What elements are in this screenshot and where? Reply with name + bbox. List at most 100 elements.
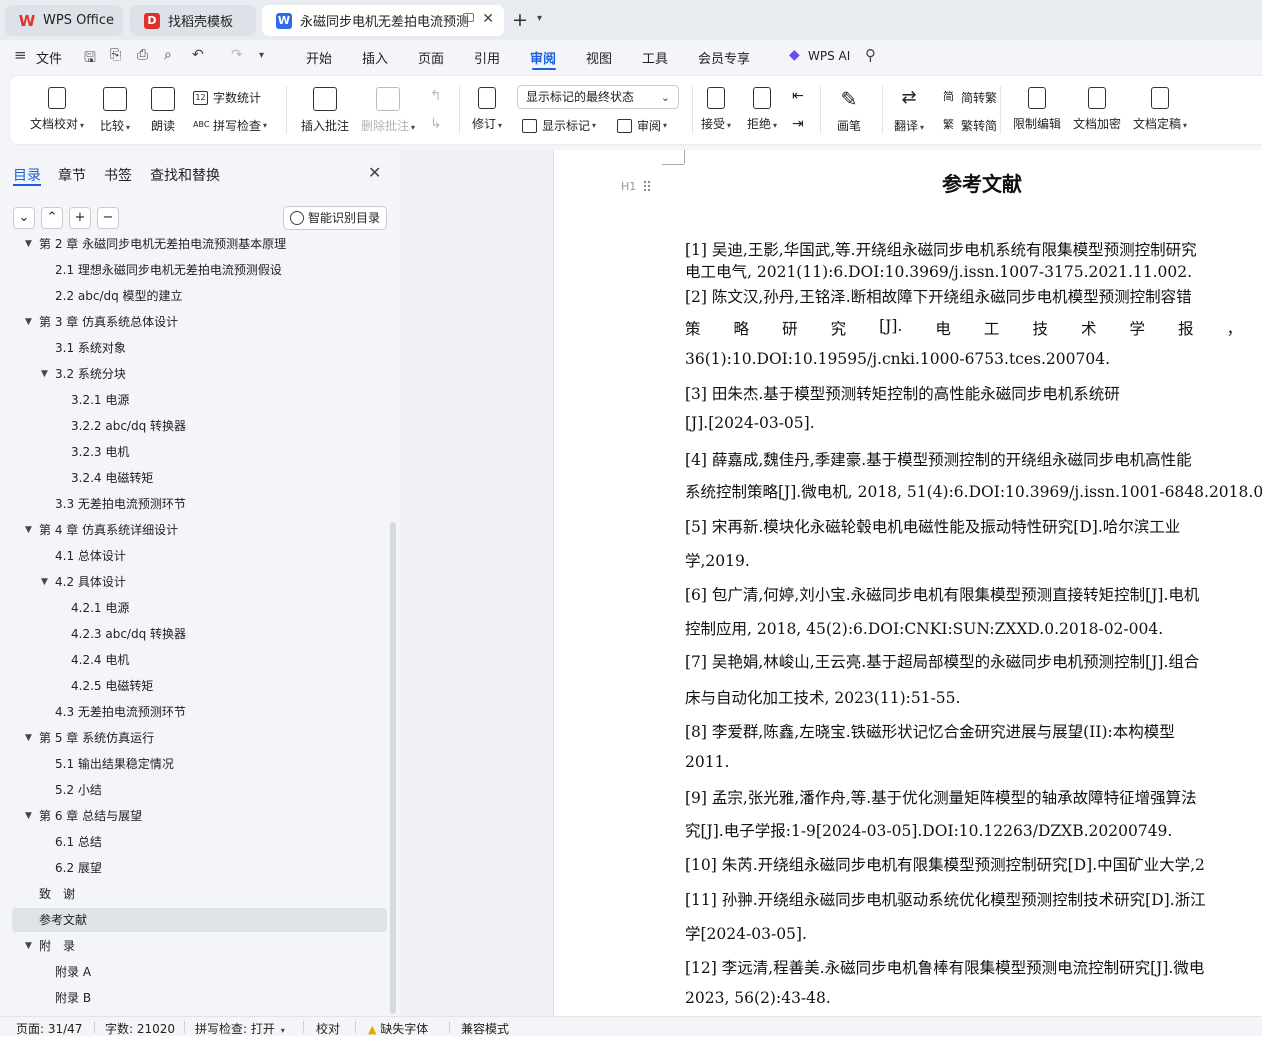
insert-comment-button[interactable]: 插入批注	[301, 87, 349, 134]
toc-item[interactable]: 3.2.2 abc/dq 转换器	[71, 414, 186, 438]
toc-item[interactable]: ▼ 第 6 章 总结与展望	[25, 804, 142, 828]
monitor-icon[interactable]	[463, 13, 474, 22]
print-icon[interactable]: ⎙	[137, 47, 148, 63]
chevron-down-icon[interactable]: ▾	[537, 13, 542, 24]
spell-check-toggle[interactable]: 拼写检查: 打开 ▾	[195, 1020, 285, 1037]
expand-arrow-icon[interactable]: ▼	[25, 726, 32, 750]
toc-item[interactable]: ▼ 第 2 章 永磁同步电机无差拍电流预测基本原理	[25, 238, 286, 256]
tab-template[interactable]: D 找稻壳模板	[130, 5, 256, 36]
toc-item[interactable]: 5.1 输出结果稳定情况	[55, 752, 174, 776]
proof-button[interactable]: 校对	[316, 1020, 340, 1037]
new-tab-icon[interactable]: +	[512, 9, 528, 31]
to-simplified-button[interactable]: 繁 繁转简	[941, 117, 997, 134]
undo-icon[interactable]: ↶	[192, 47, 204, 63]
save-icon[interactable]: 🖫	[84, 47, 96, 71]
menu-reference[interactable]: 引用	[474, 48, 500, 67]
close-tab-icon[interactable]: ✕	[482, 11, 494, 27]
collapse-up-button[interactable]: ⌃	[41, 207, 63, 229]
menu-page[interactable]: 页面	[418, 48, 444, 67]
toc-scrollbar[interactable]	[390, 522, 396, 1014]
toc-item[interactable]: 3.2.3 电机	[71, 440, 129, 464]
menu-tools[interactable]: 工具	[642, 48, 668, 67]
next-change-icon[interactable]: ⇥	[792, 116, 804, 132]
tab-bookmarks[interactable]: 书签	[104, 165, 132, 185]
review-pane-button[interactable]: 审阅 ▾	[617, 117, 667, 134]
encrypt-button[interactable]: 文档加密	[1073, 87, 1121, 132]
toc-item[interactable]: 4.3 无差拍电流预测环节	[55, 700, 186, 724]
translate-button[interactable]: ⇄ 翻译 ▾	[894, 87, 924, 134]
toc-item[interactable]: 4.1 总体设计	[55, 544, 126, 568]
next-comment-icon[interactable]: ↳	[430, 116, 442, 132]
expand-arrow-icon[interactable]: ▼	[25, 934, 32, 958]
word-count-button[interactable]: 12 字数统计	[193, 89, 261, 106]
search-icon[interactable]: ⚲	[865, 46, 876, 64]
toc-item[interactable]: ▼ 4.2 具体设计	[41, 570, 126, 594]
toc-item[interactable]: ▼ 第 4 章 仿真系统详细设计	[25, 518, 178, 542]
toc-item[interactable]: 3.2.1 电源	[71, 388, 129, 412]
page-indicator[interactable]: 页面: 31/47	[16, 1020, 82, 1037]
menu-file[interactable]: 文件	[36, 48, 62, 67]
toc-item[interactable]: 4.2.5 电磁转矩	[71, 674, 153, 698]
markup-state-select[interactable]: 显示标记的最终状态 ⌄	[517, 85, 679, 109]
toc-item[interactable]: 6.1 总结	[55, 830, 102, 854]
print-preview-icon[interactable]: ⌕	[164, 47, 172, 63]
delete-comment-button[interactable]: 删除批注 ▾	[361, 87, 415, 134]
expand-arrow-icon[interactable]: ▼	[25, 518, 32, 542]
toc-item[interactable]: ▼ 附 录	[25, 934, 75, 958]
smart-toc-button[interactable]: 智能识别目录	[283, 206, 387, 230]
toc-item[interactable]: ▼ 第 3 章 仿真系统总体设计	[25, 310, 178, 334]
remove-level-button[interactable]: −	[97, 207, 119, 229]
hamburger-icon[interactable]: ≡	[14, 46, 27, 64]
tab-sections[interactable]: 章节	[58, 165, 86, 185]
compare-button[interactable]: 比较 ▾	[100, 87, 130, 134]
toc-item[interactable]: 3.3 无差拍电流预测环节	[55, 492, 186, 516]
expand-down-button[interactable]: ⌄	[13, 207, 35, 229]
toc-item[interactable]: 3.2.4 电磁转矩	[71, 466, 153, 490]
accept-button[interactable]: 接受 ▾	[701, 87, 731, 132]
document-page[interactable]: H1 ⠿ 参考文献 [1] 吴迪,王影,华国武,等.开绕组永磁同步电机系统有限集…	[553, 150, 1262, 1016]
track-changes-button[interactable]: 修订 ▾	[472, 87, 502, 132]
menu-wps-ai[interactable]: WPS AI	[808, 49, 850, 63]
toc-item[interactable]: ▼ 第 5 章 系统仿真运行	[25, 726, 154, 750]
expand-arrow-icon[interactable]: ▼	[41, 362, 48, 386]
toc-item[interactable]: 4.2.1 电源	[71, 596, 129, 620]
toc-item[interactable]: 参考文献	[39, 908, 87, 932]
prev-comment-icon[interactable]: ↰	[430, 88, 442, 104]
restrict-edit-button[interactable]: 限制编辑	[1013, 87, 1061, 132]
tab-find-replace[interactable]: 查找和替换	[150, 165, 220, 185]
toc-item[interactable]: ▼ 3.2 系统分块	[41, 362, 126, 386]
word-count-indicator[interactable]: 字数: 21020	[105, 1020, 175, 1037]
expand-arrow-icon[interactable]: ▼	[25, 804, 32, 828]
add-level-button[interactable]: +	[69, 207, 91, 229]
finalize-button[interactable]: 文档定稿 ▾	[1133, 87, 1187, 132]
toc-item[interactable]: 6.2 展望	[55, 856, 102, 880]
export-icon[interactable]: ⎘	[110, 47, 121, 63]
pen-button[interactable]: ✎ 画笔	[837, 87, 861, 134]
toc-item[interactable]: 2.2 abc/dq 模型的建立	[55, 284, 183, 308]
to-traditional-button[interactable]: 简 简转繁	[941, 89, 997, 106]
doc-proof-button[interactable]: 文档校对 ▾	[30, 87, 84, 132]
toc-item[interactable]: 致 谢	[39, 882, 75, 906]
spell-check-button[interactable]: ABC 拼写检查 ▾	[193, 117, 267, 134]
chevron-down-icon[interactable]: ▾	[259, 50, 264, 61]
expand-arrow-icon[interactable]: ▼	[25, 238, 32, 256]
drag-handle-icon[interactable]: ⠿	[642, 180, 652, 196]
toc-item[interactable]: 2.1 理想永磁同步电机无差拍电流预测假设	[55, 258, 282, 282]
toc-item[interactable]: 5.2 小结	[55, 778, 102, 802]
toc-item[interactable]: 3.1 系统对象	[55, 336, 126, 360]
toc-item[interactable]: 附录 A	[55, 960, 91, 984]
tab-wps-office[interactable]: W WPS Office	[5, 5, 123, 36]
close-pane-icon[interactable]: ✕	[368, 163, 381, 182]
read-aloud-button[interactable]: 朗读	[151, 87, 175, 134]
tab-document[interactable]: W 永磁同步电机无差拍电流预测控 ✕	[262, 5, 504, 36]
menu-start[interactable]: 开始	[306, 48, 332, 67]
tab-toc[interactable]: 目录	[13, 165, 41, 185]
menu-insert[interactable]: 插入	[362, 48, 388, 67]
expand-arrow-icon[interactable]: ▼	[25, 310, 32, 334]
reject-button[interactable]: 拒绝 ▾	[747, 87, 777, 132]
toc-item[interactable]: 4.2.4 电机	[71, 648, 129, 672]
toc-item[interactable]: 4.2.3 abc/dq 转换器	[71, 622, 186, 646]
menu-view[interactable]: 视图	[586, 48, 612, 67]
toc-item[interactable]: 附录 B	[55, 986, 91, 1010]
show-markup-button[interactable]: 显示标记 ▾	[522, 117, 596, 134]
